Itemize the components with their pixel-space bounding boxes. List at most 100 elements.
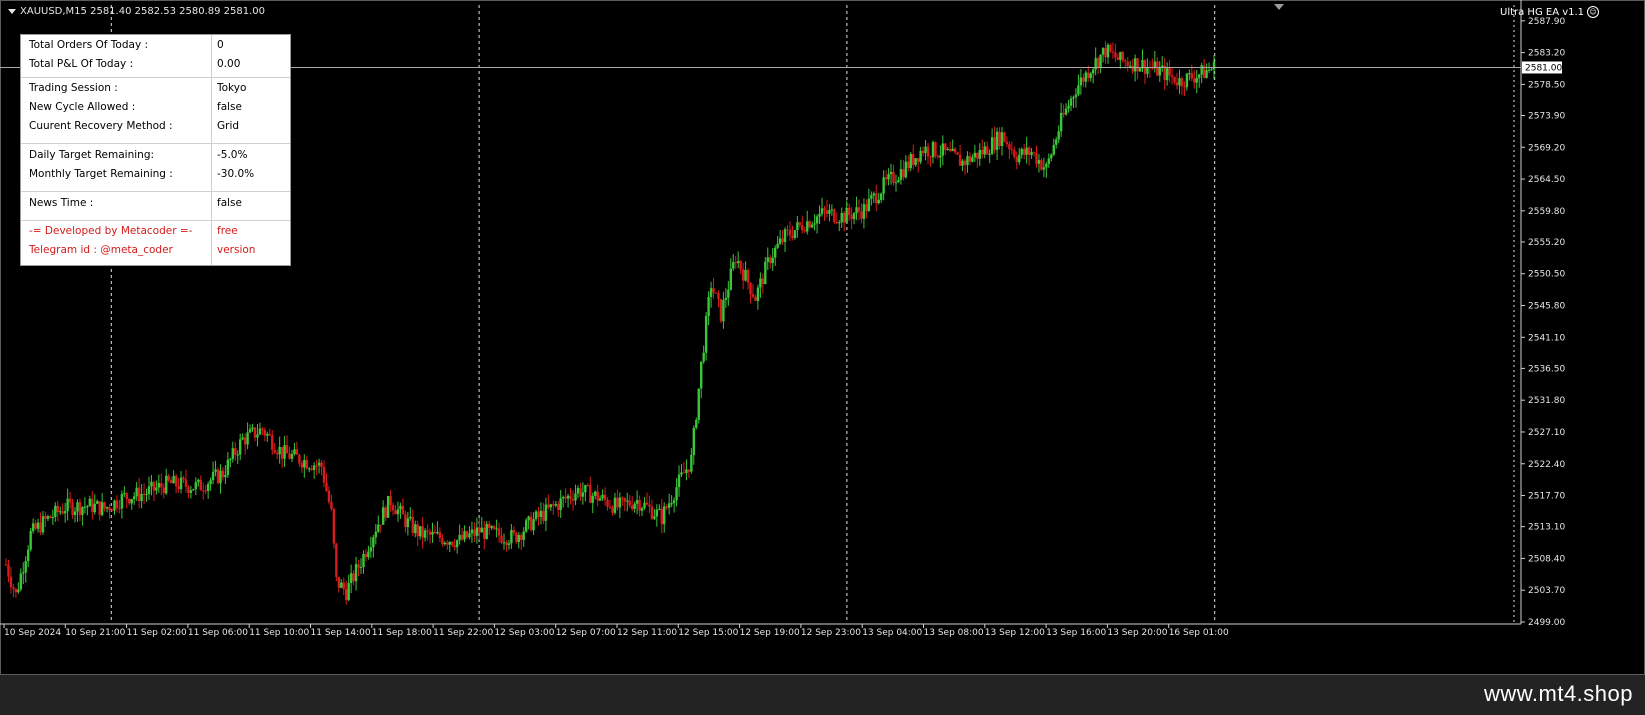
bear-candle [1082, 77, 1085, 82]
bull-candle [897, 179, 900, 183]
bull-candle [423, 530, 427, 538]
bull-candle [862, 204, 866, 219]
bull-candle [194, 482, 198, 490]
bull-candle [978, 149, 981, 159]
time-tick-label: 11 Sep 10:00 [249, 628, 309, 638]
bull-candle [81, 507, 84, 515]
bull-candle [820, 208, 824, 214]
bull-candle [63, 511, 67, 514]
bear-candle [78, 502, 82, 515]
bear-candle [586, 485, 590, 487]
bull-candle [756, 287, 760, 301]
bull-candle [246, 432, 249, 445]
price-tick-label: 2569.20 [1528, 143, 1565, 153]
bull-candle [1025, 147, 1028, 155]
bear-candle [981, 149, 984, 155]
bull-candle [46, 516, 50, 519]
price-tick-label: 2527.10 [1528, 428, 1565, 438]
bull-candle [224, 474, 227, 478]
bull-candle [386, 496, 390, 518]
bear-candle [184, 479, 188, 487]
bull-candle [226, 459, 230, 475]
bull-candle [399, 505, 402, 510]
bear-candle [1087, 72, 1090, 79]
bull-candle [463, 531, 466, 540]
bear-candle [295, 449, 299, 455]
bear-candle [451, 541, 454, 546]
bear-candle [263, 429, 267, 436]
bull-candle [140, 493, 143, 502]
info-row-daily-target: Daily Target Remaining: -5.0% [21, 146, 290, 165]
bear-candle [825, 210, 829, 214]
bear-candle [253, 427, 257, 438]
bull-candle [266, 433, 269, 436]
price-tick-label: 2559.80 [1528, 207, 1565, 217]
panel-separator [21, 191, 290, 192]
bear-candle [357, 564, 360, 568]
bull-candle [354, 564, 358, 582]
bull-candle [303, 459, 306, 468]
bear-candle [103, 502, 106, 509]
info-label: Total Orders Of Today : [29, 39, 149, 51]
bear-candle [404, 514, 407, 528]
panel-separator [21, 143, 290, 144]
bear-candle [428, 531, 432, 535]
bull-candle [54, 505, 57, 518]
bear-candle [860, 211, 863, 219]
chart-shift-marker-icon[interactable] [1274, 4, 1284, 10]
smiley-face-icon: ☺ [1587, 6, 1600, 18]
bull-candle [1158, 67, 1161, 76]
bull-candle [904, 161, 908, 178]
bull-candle [707, 296, 710, 317]
chart-menu-triangle-icon[interactable] [8, 8, 16, 14]
bull-candle [670, 503, 673, 505]
bear-candle [589, 485, 592, 503]
bull-candle [759, 278, 762, 288]
bear-candle [949, 148, 952, 152]
time-tick-label: 10 Sep 21:00 [65, 628, 125, 638]
time-tick-label: 12 Sep 15:00 [678, 628, 738, 638]
bear-candle [976, 152, 979, 159]
bull-candle [155, 487, 158, 491]
bull-candle [1178, 78, 1181, 86]
bull-candle [690, 454, 693, 472]
info-label: Daily Target Remaining: [29, 149, 155, 161]
price-tick-label: 2555.20 [1528, 238, 1565, 248]
bear-candle [754, 296, 757, 301]
time-tick-label: 11 Sep 02:00 [127, 628, 187, 638]
info-label: Cuurent Recovery Method : [29, 120, 173, 132]
bear-candle [1111, 51, 1115, 53]
bear-candle [167, 475, 170, 481]
bull-candle [961, 160, 964, 166]
price-tick-label: 2531.80 [1528, 396, 1565, 406]
bear-candle [14, 588, 18, 593]
bear-candle [944, 143, 947, 150]
bull-candle [1020, 148, 1023, 155]
bear-candle [741, 269, 745, 281]
bull-candle [1128, 65, 1132, 67]
bull-candle [818, 213, 821, 217]
bull-candle [347, 582, 350, 601]
bear-candle [310, 468, 313, 470]
bull-candle [19, 573, 22, 590]
bear-candle [221, 470, 225, 478]
bear-candle [865, 204, 868, 211]
bear-candle [285, 445, 289, 454]
bear-candle [630, 505, 634, 509]
bull-candle [145, 493, 148, 495]
bull-candle [283, 445, 286, 459]
bear-candle [128, 498, 131, 504]
bear-candle [936, 156, 940, 158]
bull-candle [675, 487, 678, 501]
bear-candle [769, 257, 772, 264]
bull-candle [229, 459, 232, 461]
bull-candle [692, 427, 696, 455]
bull-candle [601, 494, 604, 499]
bull-candle [840, 212, 843, 223]
bear-candle [1022, 148, 1026, 155]
bull-candle [995, 131, 999, 150]
bull-candle [130, 499, 133, 504]
bull-candle [724, 297, 728, 300]
bear-candle [446, 542, 449, 545]
price-tick-label: 2587.90 [1528, 17, 1565, 27]
